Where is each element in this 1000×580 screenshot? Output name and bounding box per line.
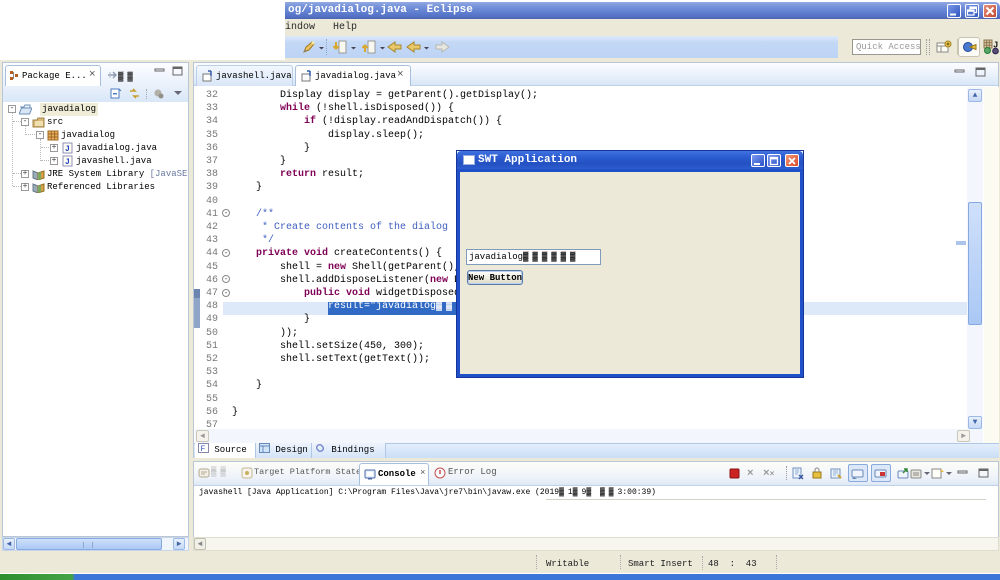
svg-text:J: J bbox=[993, 41, 998, 51]
svg-text:F: F bbox=[201, 445, 206, 453]
svg-text:J: J bbox=[65, 158, 70, 167]
svg-text:J: J bbox=[65, 145, 70, 154]
